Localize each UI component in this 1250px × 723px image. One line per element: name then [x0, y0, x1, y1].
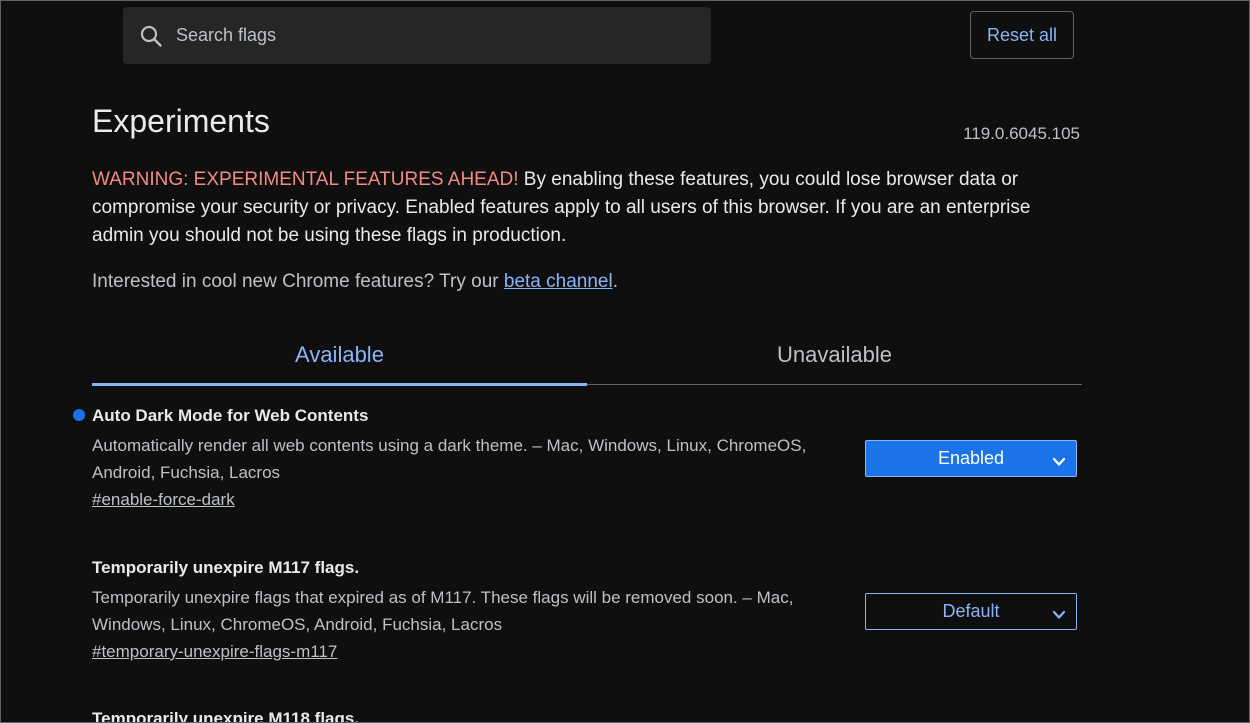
version-label: 119.0.6045.105 — [963, 124, 1080, 143]
tab-available[interactable]: Available — [92, 326, 587, 386]
chevron-down-icon — [1052, 453, 1066, 467]
flag-state-select[interactable]: Enabled — [865, 440, 1077, 477]
search-icon — [138, 23, 164, 49]
flag-permalink[interactable]: #temporary-unexpire-flags-m117 — [92, 642, 337, 662]
flag-item: Auto Dark Mode for Web Contents Automati… — [73, 404, 1082, 510]
beta-channel-link[interactable]: beta channel — [504, 271, 613, 292]
search-input[interactable] — [174, 24, 678, 47]
warning-text: WARNING: EXPERIMENTAL FEATURES AHEAD! By… — [92, 166, 1082, 250]
flags-page: Reset all Experiments 119.0.6045.105 WAR… — [0, 0, 1250, 723]
promo-prefix: Interested in cool new Chrome features? … — [92, 271, 504, 292]
beta-channel-promo: Interested in cool new Chrome features? … — [92, 271, 618, 293]
flag-name: Temporarily unexpire M117 flags. — [92, 558, 360, 577]
flag-permalink[interactable]: #enable-force-dark — [92, 490, 235, 510]
modified-indicator-dot — [73, 409, 85, 421]
promo-suffix: . — [612, 271, 618, 292]
reset-all-button[interactable]: Reset all — [970, 11, 1074, 59]
search-bar[interactable] — [123, 7, 711, 64]
tab-bar: Available Unavailable — [92, 326, 1082, 386]
select-value: Default — [942, 601, 1000, 621]
chevron-down-icon — [1052, 606, 1066, 620]
select-value: Enabled — [937, 448, 1005, 468]
page-title: Experiments — [92, 103, 270, 139]
tab-unavailable[interactable]: Unavailable — [587, 326, 1082, 384]
flag-name: Auto Dark Mode for Web Contents — [92, 406, 369, 425]
flag-name: Temporarily unexpire M118 flags. — [92, 709, 360, 723]
warning-label: WARNING: EXPERIMENTAL FEATURES AHEAD! — [92, 169, 519, 190]
flag-description: Temporarily unexpire flags that expired … — [92, 588, 794, 634]
flag-state-select[interactable]: Default — [865, 593, 1077, 630]
flag-description: Automatically render all web contents us… — [92, 436, 807, 482]
flag-item: Temporarily unexpire M118 flags. — [92, 707, 1082, 723]
flag-item: Temporarily unexpire M117 flags. Tempora… — [92, 556, 1082, 662]
